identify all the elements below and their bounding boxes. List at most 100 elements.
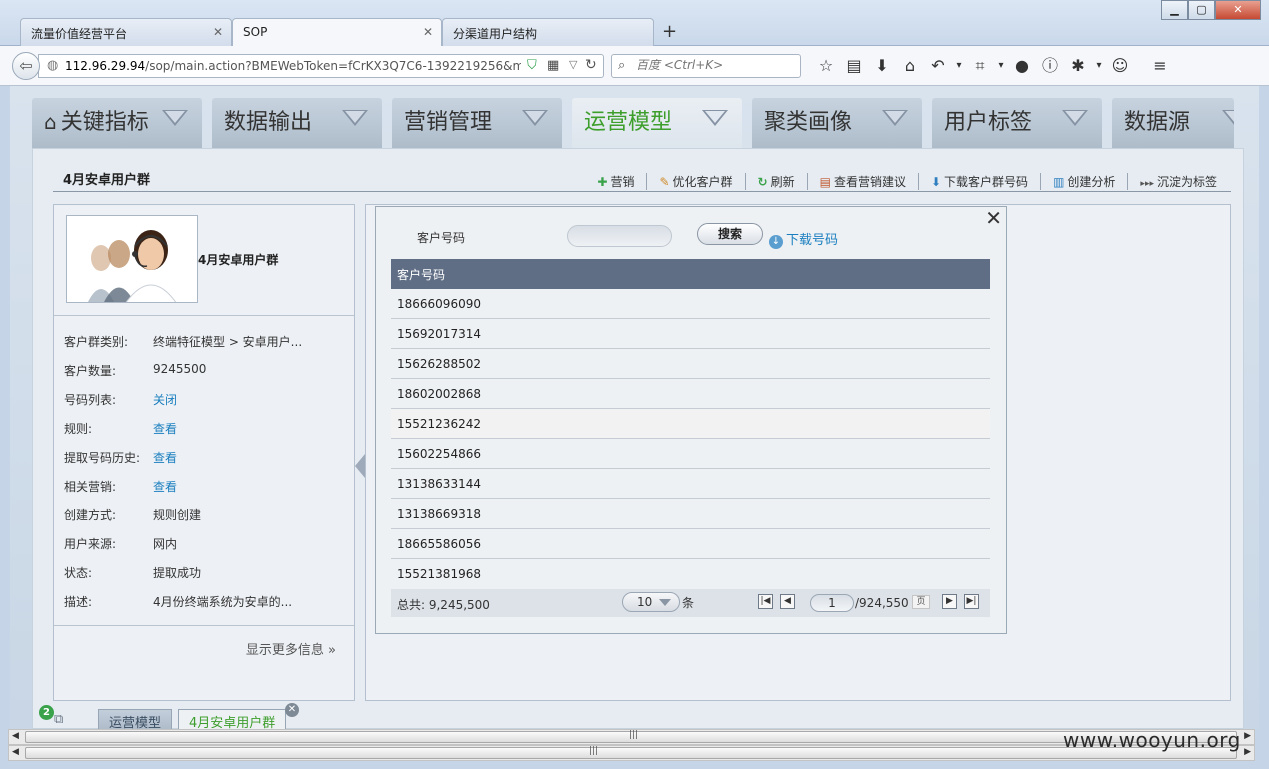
nav-tab-data-output[interactable]: 数据输出 xyxy=(212,98,382,148)
browser-tab[interactable]: 分渠道用户结构 xyxy=(442,18,654,46)
maximize-icon[interactable]: ▢ xyxy=(1188,0,1215,20)
table-row[interactable]: 18665586056 xyxy=(391,529,990,559)
home-icon[interactable]: ⌂ xyxy=(896,55,924,77)
qr-code-icon[interactable]: ▦ xyxy=(547,58,559,73)
close-icon[interactable]: ✕ xyxy=(423,25,433,39)
call-center-photo xyxy=(67,216,197,302)
dropdown-icon[interactable]: ▽ xyxy=(569,58,577,71)
view-marketing-link[interactable]: 查看 xyxy=(153,478,177,495)
search-input[interactable] xyxy=(636,58,796,72)
view-marketing-advice-button[interactable]: ▤ 查看营销建议 xyxy=(806,173,918,190)
table-row[interactable]: 15692017314 xyxy=(391,319,990,349)
search-button[interactable]: 搜索 xyxy=(697,223,763,245)
window-close-icon[interactable]: ✕ xyxy=(1215,0,1261,20)
table-row[interactable]: 18602002868 xyxy=(391,379,990,409)
field-key: 规则: xyxy=(64,422,93,436)
show-more-link[interactable]: 显示更多信息 » xyxy=(246,639,336,658)
chevron-down-icon[interactable] xyxy=(162,110,188,126)
tab-label: 分渠道用户结构 xyxy=(453,27,538,41)
table-row[interactable]: 15602254866 xyxy=(391,439,990,469)
back-button[interactable]: ⇦ xyxy=(12,52,40,80)
download-icon[interactable]: ⬇ xyxy=(868,55,896,77)
chevron-down-icon[interactable] xyxy=(1062,110,1088,126)
scroll-left-icon[interactable]: ◀ xyxy=(12,747,19,757)
task-tab-operation-model[interactable]: 运营模型 xyxy=(98,709,173,731)
optimize-group-button[interactable]: ✎ 优化客户群 xyxy=(646,173,744,190)
field-number-list: 号码列表: 关闭 xyxy=(64,391,177,408)
show-more-label: 显示更多信息 xyxy=(245,643,324,658)
scroll-left-icon[interactable]: ◀ xyxy=(12,731,19,741)
crop-icon[interactable]: ⌗ xyxy=(966,55,994,77)
download-circle-icon: ⬇ xyxy=(930,175,942,189)
chat-icon[interactable]: ● xyxy=(1008,55,1036,77)
dropdown-icon[interactable]: ▾ xyxy=(952,55,966,77)
download-numbers-button[interactable]: ⬇ 下载客户群号码 xyxy=(917,173,1040,190)
create-analysis-button[interactable]: ▥ 创建分析 xyxy=(1040,173,1127,190)
url-text[interactable]: 112.96.29.94/sop/main.action?BMEWebToken… xyxy=(65,59,521,73)
url-path: /sop/main.action?BMEWebToken=fCrKX3Q7C6-… xyxy=(145,59,521,73)
bug-icon[interactable]: ✱ xyxy=(1064,55,1092,77)
last-page-icon[interactable]: ▶| xyxy=(964,594,979,609)
nav-tab-marketing[interactable]: 营销管理 xyxy=(392,98,562,148)
minimize-icon[interactable]: ▁ xyxy=(1161,0,1188,20)
browser-tab-active[interactable]: SOP ✕ xyxy=(232,18,442,47)
new-tab-icon[interactable]: + xyxy=(662,21,677,42)
scroll-right-icon[interactable]: ▶ xyxy=(1244,747,1251,757)
url-bar[interactable]: ◍ 112.96.29.94/sop/main.action?BMEWebTok… xyxy=(38,54,604,78)
field-value: 提取成功 xyxy=(153,566,202,580)
customer-number-input[interactable] xyxy=(567,225,672,247)
chevron-down-icon[interactable] xyxy=(882,110,908,126)
nav-tab-operation-model[interactable]: 运营模型 xyxy=(572,98,742,148)
view-history-link[interactable]: 查看 xyxy=(153,449,177,466)
table-row[interactable]: 15521236242 xyxy=(391,409,990,439)
reload-icon[interactable]: ↻ xyxy=(585,57,597,73)
view-rules-link[interactable]: 查看 xyxy=(153,420,177,437)
scroll-right-icon[interactable]: ▶ xyxy=(1244,731,1251,741)
dropdown-icon[interactable]: ▾ xyxy=(1092,55,1106,77)
page-size-select[interactable]: 10 xyxy=(622,592,680,612)
shield-icon[interactable]: ⛉ xyxy=(527,58,537,73)
page-number-input[interactable]: 1 xyxy=(810,594,854,612)
close-icon[interactable]: ✕ xyxy=(285,703,299,717)
table-row[interactable]: 13138633144 xyxy=(391,469,990,499)
download-numbers-link[interactable]: ↓ 下载号码 xyxy=(769,229,838,249)
marketing-button[interactable]: ✚ 营销 xyxy=(585,173,646,190)
chevron-down-icon[interactable] xyxy=(702,110,728,126)
nav-tab-key-metrics[interactable]: ⌂ 关键指标 xyxy=(32,98,202,148)
prev-page-icon[interactable]: ◀ xyxy=(780,594,795,609)
scrollbar-thumb[interactable] xyxy=(25,747,1237,759)
field-value: 9245500 xyxy=(153,362,207,376)
smiley-icon[interactable]: ☺ xyxy=(1106,55,1134,77)
field-value: 终端特征模型 > 安卓用户... xyxy=(153,335,303,349)
action-label: 创建分析 xyxy=(1067,175,1116,189)
chevron-down-icon[interactable] xyxy=(342,110,368,126)
dropdown-icon[interactable]: ▾ xyxy=(994,55,1008,77)
table-row[interactable]: 15626288502 xyxy=(391,349,990,379)
save-as-tag-button[interactable]: ▸▸▸ 沉淀为标签 xyxy=(1127,173,1229,190)
collapse-panel-arrow-icon[interactable] xyxy=(355,454,365,478)
table-row[interactable]: 18666096090 xyxy=(391,289,990,319)
reading-list-icon[interactable]: ▤ xyxy=(840,55,868,77)
bookmark-star-icon[interactable]: ☆ xyxy=(812,55,840,77)
close-list-link[interactable]: 关闭 xyxy=(153,391,177,408)
browser-tab[interactable]: 流量价值经营平台 ✕ xyxy=(20,18,232,46)
info-icon[interactable]: ⓘ xyxy=(1036,55,1064,77)
next-page-icon[interactable]: ▶ xyxy=(942,594,957,609)
table-row[interactable]: 13138669318 xyxy=(391,499,990,529)
nav-tab-cluster-profile[interactable]: 聚类画像 xyxy=(752,98,922,148)
table-row[interactable]: 15521381968 xyxy=(391,559,990,589)
chevron-down-icon[interactable] xyxy=(1222,110,1234,126)
task-tab-android-group[interactable]: 4月安卓用户群 xyxy=(178,709,287,731)
first-page-icon[interactable]: |◀ xyxy=(758,594,773,609)
chevron-down-icon[interactable] xyxy=(522,110,548,126)
close-icon[interactable]: ✕ xyxy=(985,206,1002,230)
search-box[interactable]: ⌕ xyxy=(611,54,801,78)
refresh-button[interactable]: ↻ 刷新 xyxy=(744,173,807,190)
field-related-marketing: 相关营销: 查看 xyxy=(64,478,177,495)
window-list-icon[interactable]: ⧉ xyxy=(54,712,72,728)
nav-tab-user-tags[interactable]: 用户标签 xyxy=(932,98,1102,148)
close-icon[interactable]: ✕ xyxy=(213,25,223,39)
undo-icon[interactable]: ↶ xyxy=(924,55,952,77)
menu-icon[interactable]: ≡ xyxy=(1146,55,1174,77)
nav-tab-data-source[interactable]: 数据源 xyxy=(1112,98,1234,148)
